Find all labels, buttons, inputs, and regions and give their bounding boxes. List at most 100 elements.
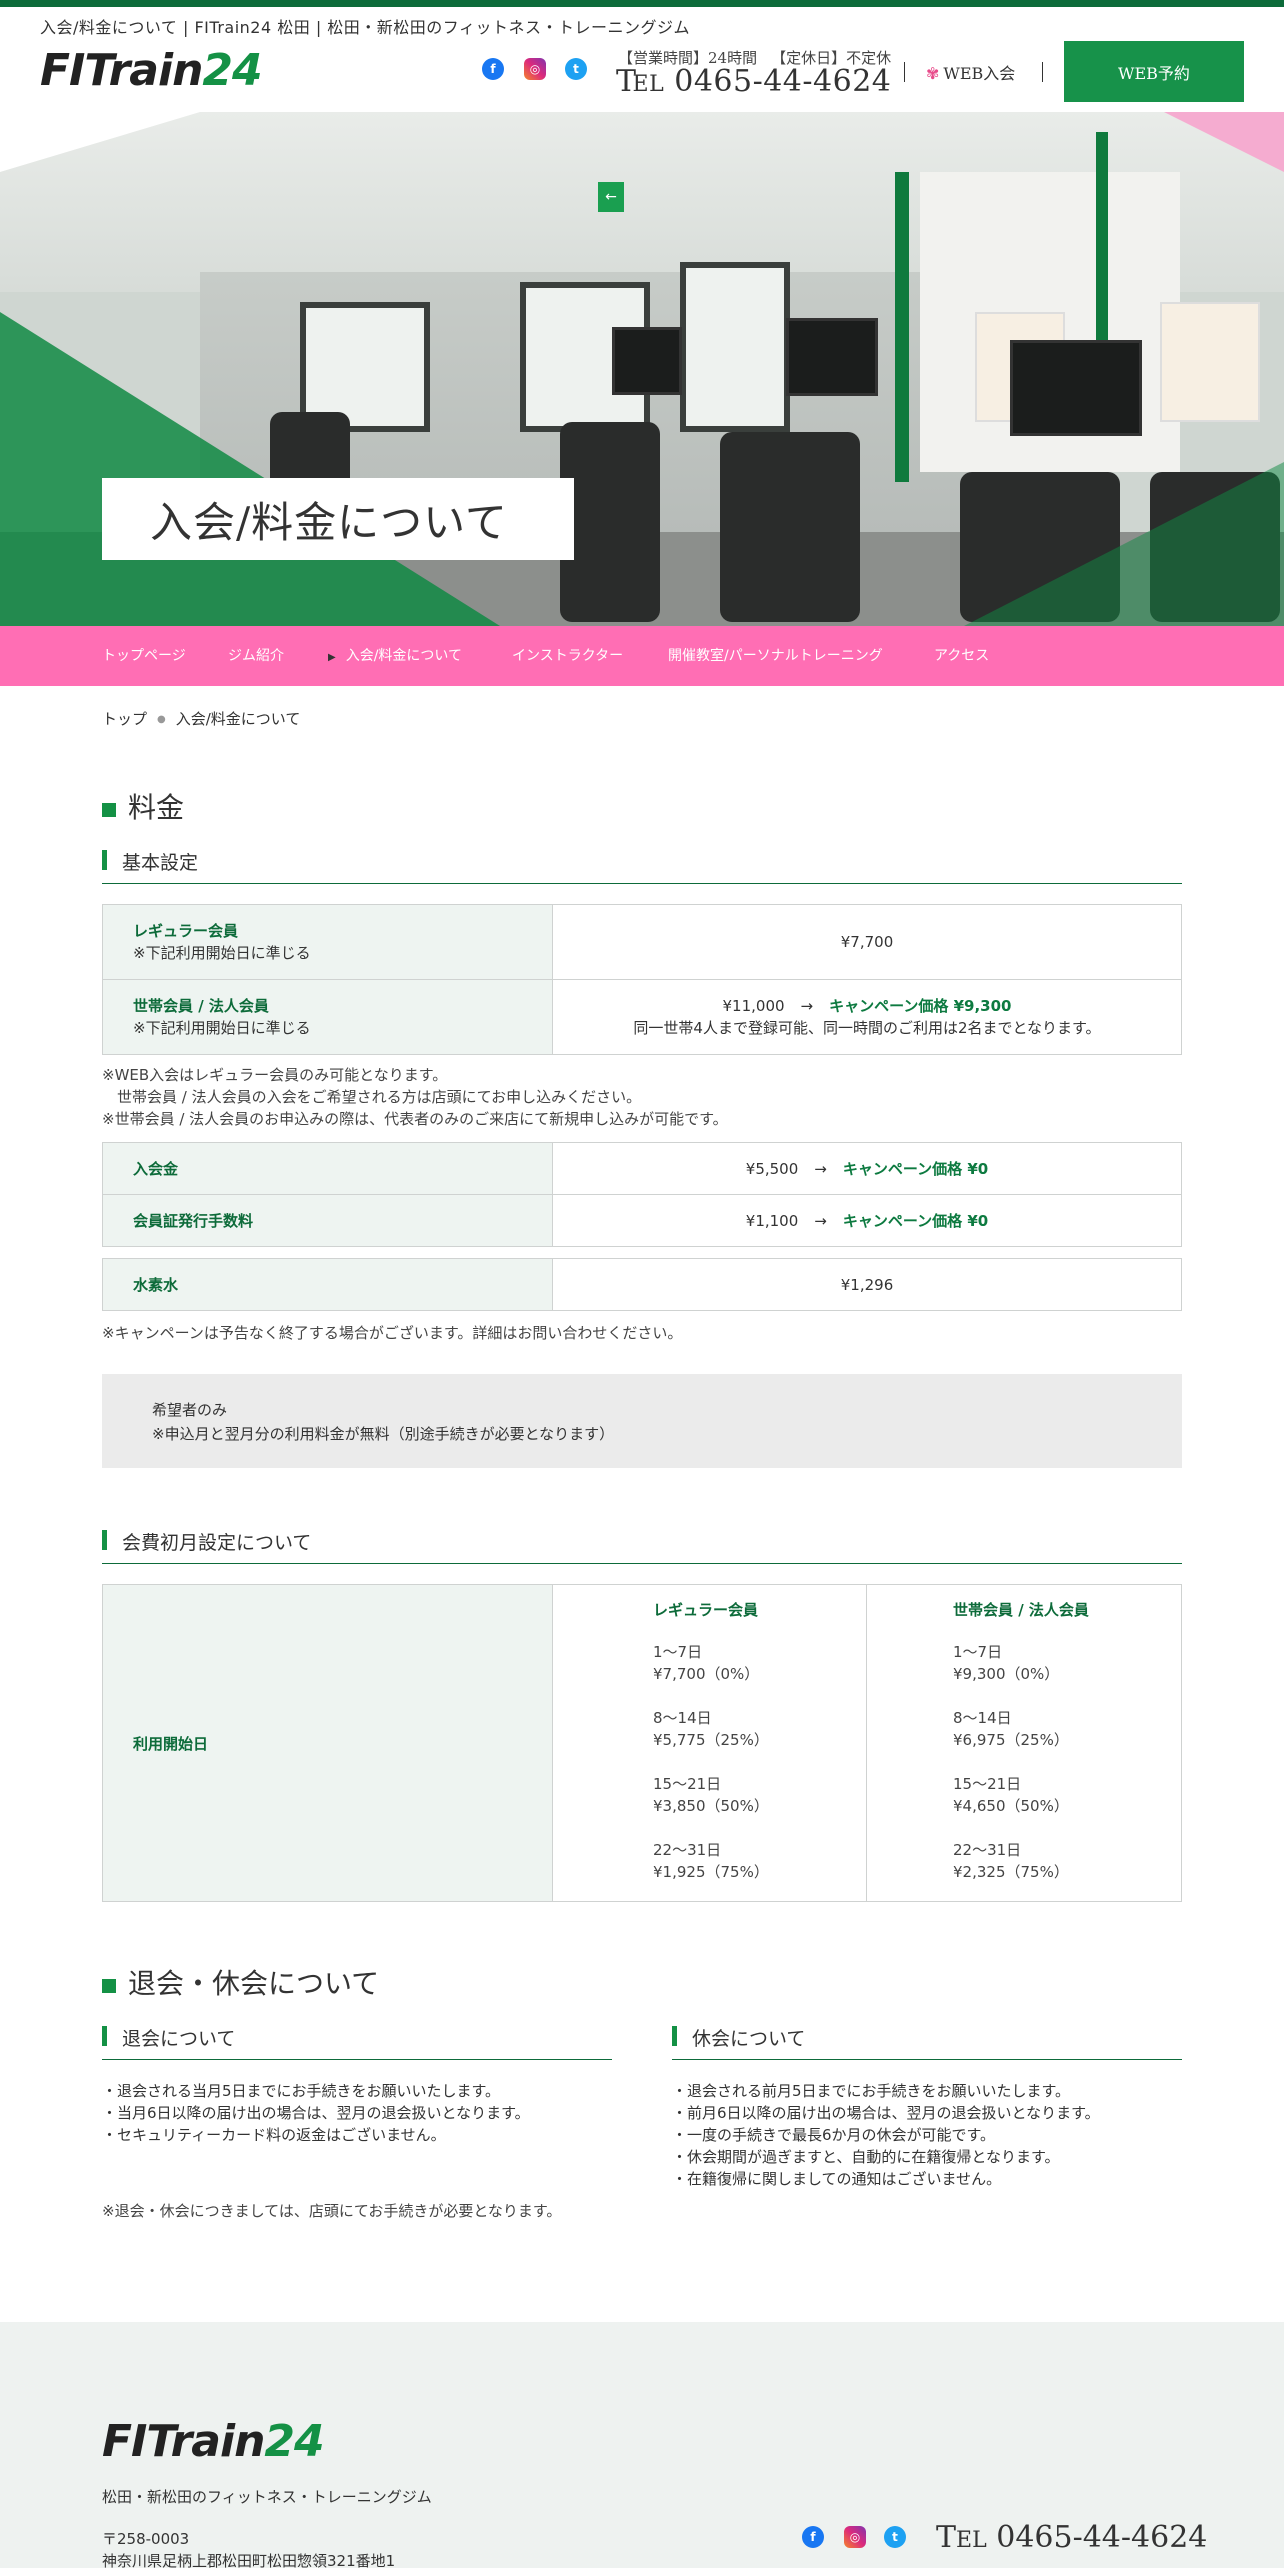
web-join-notes: ※WEB入会はレギュラー会員のみ可能となります。 世帯会員 / 法人会員の入会を… (102, 1064, 728, 1130)
price-value-cell: ¥5,500 → キャンペーン価格 ¥0 (552, 1142, 1182, 1195)
breadcrumb-separator: ● (157, 714, 166, 725)
list-item: ・セキュリティーカード料の返金はございません。 (102, 2126, 446, 2144)
tier-item: 8〜14日 ¥6,975（25%） (953, 1707, 1181, 1751)
price-value: ¥5,500 (745, 1159, 799, 1178)
web-join-label: WEB入会 (943, 64, 1016, 83)
nav-item-pricing[interactable]: ▶ 入会/料金について (328, 626, 462, 686)
facebook-icon[interactable]: f (482, 58, 504, 80)
nav-item-classes[interactable]: 開催教室/パーソナルトレーニング (668, 626, 883, 686)
page-title: 入会/料金について (150, 497, 508, 547)
free-months-info: 希望者のみ ※申込月と翌月分の利用料金が無料（別途手続きが必要となります） (102, 1374, 1182, 1468)
campaign-note: ※キャンペーンは予告なく終了する場合がございます。詳細はお問い合わせください。 (102, 1324, 683, 1342)
tier-price: ¥6,975（25%） (953, 1731, 1069, 1749)
table-row: レギュラー会員 ※下記利用開始日に準じる ¥7,700 (102, 904, 1182, 980)
section-heading-label: 料金 (128, 791, 185, 824)
header-divider (904, 62, 905, 82)
arrow-icon: → (800, 997, 814, 1015)
fee-table: 入会金 ¥5,500 → キャンペーン価格 ¥0 会員証発行手数料 ¥1,100 → キ… (102, 1142, 1182, 1247)
nav-item-top[interactable]: トップページ (102, 626, 186, 686)
facebook-icon[interactable]: f (802, 2526, 824, 2548)
web-reserve-button[interactable]: WEB予約 (1064, 41, 1244, 102)
header-phone[interactable]: TEL 0465-44-4624 (616, 64, 891, 99)
twitter-icon[interactable]: t (884, 2526, 906, 2548)
arrow-icon: → (814, 1211, 827, 1230)
hero-green-overlay (0, 312, 500, 626)
tier-range: 8〜14日 (653, 1709, 712, 1727)
list-item: ・在籍復帰に関しましての通知はございません。 (672, 2170, 1002, 2188)
withdraw-list: ・退会される当月5日までにお手続きをお願いいたします。 ・当月6日以降の届け出の… (102, 2080, 530, 2146)
site-logo[interactable]: FITrain24 (40, 45, 263, 96)
tier-item: 1〜7日 ¥7,700（0%） (653, 1641, 866, 1685)
tier-range: 22〜31日 (953, 1841, 1022, 1859)
instagram-icon[interactable]: ◎ (524, 58, 546, 80)
price-label-sub: ※下記利用開始日に準じる (133, 1019, 311, 1037)
hero-poster (1160, 302, 1260, 422)
note-line: ※世帯会員 / 法人会員のお申込みの際は、代表者のみのご来店にて新規申し込みが可… (102, 1110, 728, 1128)
footer-address: 神奈川県足柄上郡松田町松田惣領321番地1 (102, 2552, 396, 2568)
footer-zip: 〒258-0003 (102, 2530, 190, 2548)
hero-green-overlay (964, 462, 1284, 626)
table-row: 会員証発行手数料 ¥1,100 → キャンペーン価格 ¥0 (102, 1194, 1182, 1247)
subheading-basic: 基本設定 (102, 848, 1182, 884)
tier-range: 15〜21日 (953, 1775, 1022, 1793)
section-heading-pricing: 料金 (102, 786, 184, 826)
heading-square-icon (102, 802, 116, 817)
hero-white-overlay (0, 112, 200, 172)
list-item: ・前月6日以降の届け出の場合は、翌月の退会扱いとなります。 (672, 2104, 1100, 2122)
logo-text-main: FITrain (40, 45, 203, 96)
breadcrumb-home[interactable]: トップ (102, 710, 147, 728)
tier-item: 15〜21日 ¥3,850（50%） (653, 1773, 866, 1817)
price-value-cell: ¥11,000 → キャンペーン価格 ¥9,300 同一世帯4人まで登録可能、同一時間… (552, 979, 1182, 1055)
main-nav: トップページ ジム紹介 ▶ 入会/料金について インストラクター 開催教室/パーソ… (0, 626, 1284, 686)
nav-item-instructor[interactable]: インストラクター (512, 626, 623, 686)
subheading-withdraw: 退会について (102, 2024, 612, 2060)
tier-price: ¥5,775（25%） (653, 1731, 769, 1749)
instagram-icon[interactable]: ◎ (844, 2526, 866, 2548)
regular-column: レギュラー会員 1〜7日 ¥7,700（0%） 8〜14日 ¥5,775（25%） … (552, 1584, 867, 1902)
hero-tv (612, 327, 682, 395)
list-item: ・退会される当月5日までにお手続きをお願いいたします。 (102, 2082, 501, 2100)
flower-icon: ✾ (926, 64, 940, 83)
subheading-monthly: 会費初月設定について (102, 1528, 1182, 1564)
tier-price: ¥9,300（0%） (953, 1665, 1060, 1683)
tier-price: ¥4,650（50%） (953, 1797, 1069, 1815)
basic-price-table: レギュラー会員 ※下記利用開始日に準じる ¥7,700 世帯会員 / 法人会員 ※下… (102, 904, 1182, 1055)
hero-pink-overlay (1164, 112, 1284, 172)
water-table: 水素水 ¥1,296 (102, 1258, 1182, 1311)
price-value: ¥1,296 (552, 1258, 1182, 1311)
price-note: 同一世帯4人まで登録可能、同一時間のご利用は2名までとなります。 (633, 1019, 1101, 1037)
tel-number: 0465-44-4624 (674, 64, 892, 99)
column-title: レギュラー会員 (653, 1601, 759, 1619)
web-join-link[interactable]: ✾ WEB入会 (926, 60, 1015, 84)
price-label-sub: ※下記利用開始日に準じる (133, 944, 311, 962)
tier-price: ¥3,850（50%） (653, 1797, 769, 1815)
tier-range: 1〜7日 (953, 1643, 1003, 1661)
logo-text-number: 24 (202, 45, 262, 96)
tel-prefix-el: EL (956, 2528, 987, 2553)
twitter-icon[interactable]: t (565, 58, 587, 80)
tel-prefix-t: T (936, 2520, 957, 2555)
price-value: ¥7,700 (552, 904, 1182, 980)
nav-item-label: 入会/料金について (345, 648, 462, 664)
subheading-suspend: 休会について (672, 2024, 1182, 2060)
campaign-price: キャンペーン価格 ¥0 (842, 1211, 989, 1230)
withdrawal-footnote: ※退会・休会につきましては、店頭にてお手続きが必要となります。 (102, 2202, 562, 2220)
hero-machine (560, 422, 660, 622)
note-line: 世帯会員 / 法人会員の入会をご希望される方は店頭にてお申し込みください。 (102, 1088, 642, 1106)
list-item: ・当月6日以降の届け出の場合は、翌月の退会扱いとなります。 (102, 2104, 530, 2122)
footer-logo[interactable]: FITrain24 (102, 2416, 325, 2467)
info-line: 希望者のみ (152, 1401, 228, 1419)
footer-phone[interactable]: TEL 0465-44-4624 (936, 2520, 1207, 2555)
nav-item-gym[interactable]: ジム紹介 (228, 626, 284, 686)
hero-tv (1010, 340, 1142, 436)
start-date-label: 利用開始日 (102, 1584, 553, 1902)
nav-item-access[interactable]: アクセス (934, 626, 989, 686)
breadcrumb: トップ ● 入会/料金について (102, 708, 300, 729)
tier-range: 15〜21日 (653, 1775, 722, 1793)
tel-number: 0465-44-4624 (996, 2520, 1208, 2555)
hero-tv (786, 318, 878, 396)
tier-price: ¥1,925（75%） (653, 1863, 769, 1881)
price-label: 会員証発行手数料 (102, 1194, 553, 1247)
section-heading-label: 退会・休会について (128, 1967, 380, 2000)
active-arrow-icon: ▶ (328, 652, 336, 663)
